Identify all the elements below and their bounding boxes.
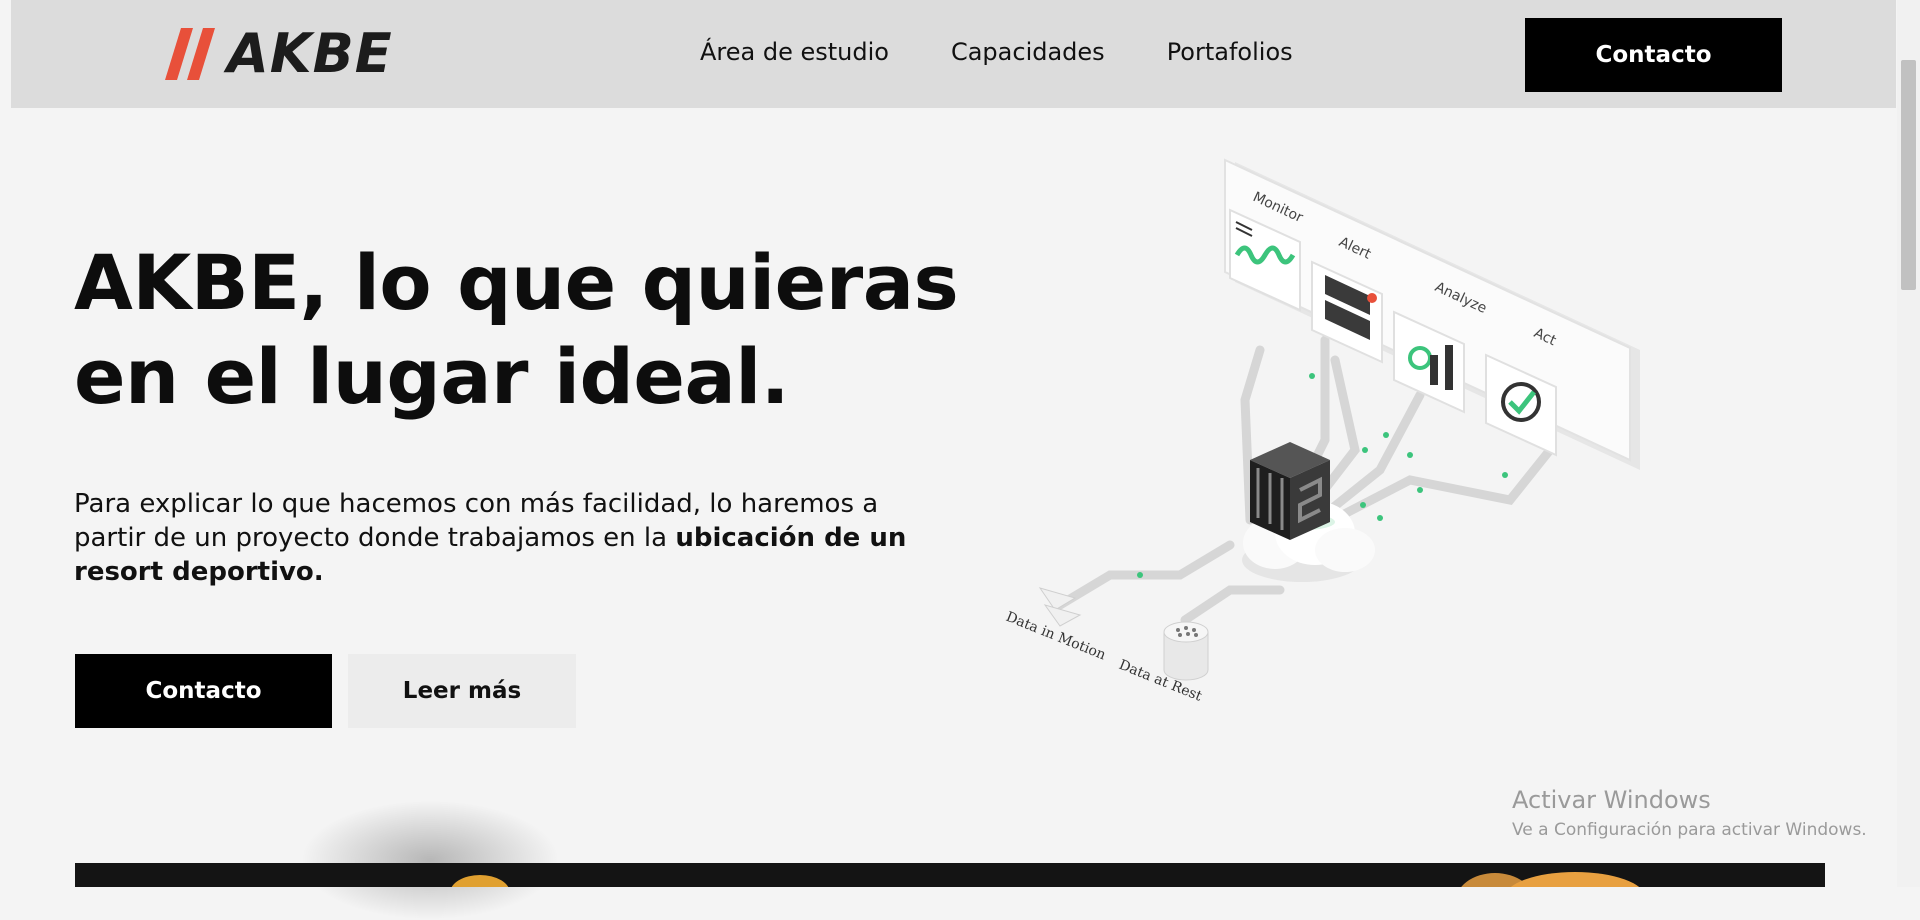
hero-title: AKBE, lo que quieras en el lugar ideal. (74, 238, 959, 421)
header-contact-button[interactable]: Contacto (1525, 18, 1782, 92)
nav-capacidades[interactable]: Capacidades (951, 38, 1105, 66)
hero-description: Para explicar lo que hacemos con más fac… (74, 487, 954, 589)
watermark-subtitle: Ve a Configuración para activar Windows. (1512, 820, 1867, 840)
nav-area-de-estudio[interactable]: Área de estudio (700, 38, 889, 66)
site-header: AKBE Área de estudio Capacidades Portafo… (11, 0, 1896, 108)
nav-portafolios[interactable]: Portafolios (1167, 38, 1293, 66)
scrollbar-thumb[interactable] (1901, 60, 1916, 290)
watermark-title: Activar Windows (1512, 786, 1711, 814)
akbe-logo[interactable]: AKBE (165, 26, 393, 82)
main-nav: Área de estudio Capacidades Portafolios (700, 38, 1293, 66)
hero-contact-button[interactable]: Contacto (75, 654, 332, 728)
database-icon (1163, 621, 1209, 681)
read-more-button[interactable]: Leer más (348, 654, 576, 728)
cube-logo-icon (1250, 442, 1330, 540)
decorative-shadow (300, 800, 560, 920)
logo-text: AKBE (227, 22, 393, 85)
windows-activation-watermark: Activar Windows Ve a Configuración para … (1512, 786, 1867, 840)
dark-banner-strip (75, 863, 1825, 887)
logo-slashes-icon (165, 28, 215, 80)
data-flow-illustration: Monitor Alert Analyze Act Data in Motion… (1004, 158, 1640, 705)
banner-image-edge (451, 872, 1640, 887)
